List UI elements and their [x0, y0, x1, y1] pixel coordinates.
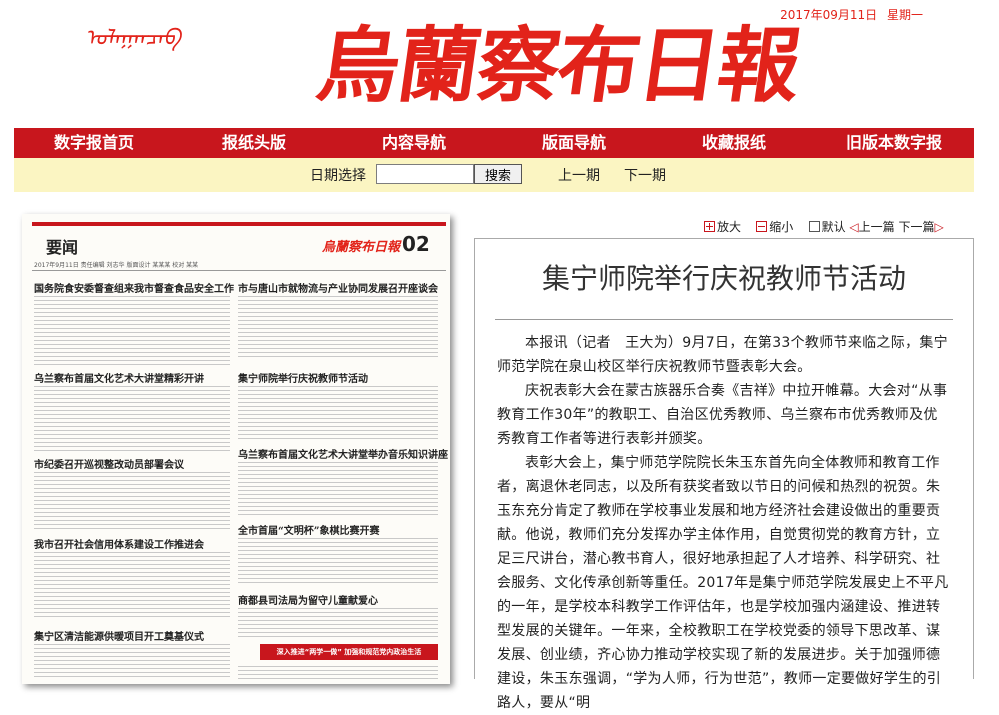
zoom-out-label: 缩小: [769, 220, 794, 234]
article-text-block: [238, 666, 438, 680]
zoom-out-icon: [756, 221, 768, 232]
date-input[interactable]: [376, 164, 474, 184]
issue-date-text: 2017年09月11日: [780, 8, 878, 22]
page-headline[interactable]: 乌兰察布首届文化艺术大讲堂精彩开讲: [34, 370, 204, 385]
page-headline[interactable]: 市纪委召开巡视整改动员部署会议: [34, 456, 184, 471]
next-article-button[interactable]: 下一篇▷: [898, 220, 943, 234]
article-text-block: [238, 538, 438, 586]
zoom-out-button[interactable]: 缩小: [756, 220, 793, 234]
prev-article-button[interactable]: ◁上一篇: [849, 220, 894, 234]
newspaper-logo: 烏蘭察布日報: [311, 18, 805, 114]
nav-layout[interactable]: 版面导航: [494, 128, 654, 158]
zoom-in-label: 放大: [717, 220, 742, 234]
next-article-label: 下一篇: [898, 220, 935, 234]
date-select-label: 日期选择: [310, 168, 366, 184]
article-panel: 集宁师院举行庆祝教师节活动 本报讯（记者 王大为）9月7日，在第33个教师节来临…: [474, 238, 974, 711]
article-text-block: [34, 386, 230, 452]
page-section-title: 要闻: [46, 238, 79, 257]
page-number: 02: [402, 232, 430, 256]
page-top-rule: [32, 222, 446, 226]
date-select-bar: 日期选择 搜索 上一期 下一期: [14, 158, 974, 192]
issue-weekday: 星期一: [886, 8, 923, 22]
default-size-label: 默认: [821, 220, 846, 234]
issue-date: 2017年09月11日 星期一: [780, 6, 923, 23]
article-paragraph: 表彰大会上，集宁师范学院院长朱玉东首先向全体教师和教育工作者，离退休老同志，以及…: [497, 455, 949, 711]
article-text-block: [34, 644, 230, 678]
article-text-block: [34, 552, 230, 618]
article-paragraph: 庆祝表彰大会在蒙古族器乐合奏《吉祥》中拉开帷幕。大会对“从事教育工作30年”的教…: [497, 383, 948, 447]
masthead: ᠤᠯᠠᠭᠠᠨᠴᠠᠪ 烏蘭察布日報 2017年09月11日 星期一: [0, 0, 999, 128]
mongolian-masthead: ᠤᠯᠠᠭᠠᠨᠴᠠᠪ: [84, 26, 185, 51]
triangle-right-icon: ▷: [934, 220, 944, 234]
page-header-rule: [32, 270, 446, 271]
triangle-left-icon: ◁: [849, 220, 859, 234]
page-headline[interactable]: 全市首届“文明杯”象棋比赛开赛: [238, 522, 380, 537]
nav-old-version[interactable]: 旧版本数字报: [814, 128, 974, 158]
page-dateline: 2017年9月11日 责任编辑 刘志华 版面设计 某某某 校对 某某: [34, 262, 199, 269]
zoom-in-icon: [704, 221, 715, 232]
page-banner: 深入推进“两学一做” 加强和规范党内政治生活: [260, 644, 438, 660]
article-body: 本报讯（记者 王大为）9月7日，在第33个教师节来临之际，集宁师范学院在泉山校区…: [497, 331, 949, 715]
page-headline[interactable]: 市与唐山市就物流与产业协同发展召开座谈会: [238, 280, 438, 295]
nav-bookmark[interactable]: 收藏报纸: [654, 128, 814, 158]
article-text-block: [238, 608, 438, 638]
next-issue-link[interactable]: 下一期: [624, 165, 666, 185]
page-headline[interactable]: 商都县司法局为留守儿童献爱心: [238, 592, 378, 607]
page-headline[interactable]: 我市召开社会信用体系建设工作推进会: [34, 536, 204, 551]
nav-home[interactable]: 数字报首页: [14, 128, 174, 158]
article-toolbar: 放大 缩小 默认 ◁上一篇 下一篇▷: [704, 218, 974, 235]
prev-article-label: 上一篇: [858, 220, 895, 234]
default-size-icon: [808, 221, 820, 232]
article-text-block: [238, 296, 438, 360]
page-headline[interactable]: 乌兰察布首届文化艺术大讲堂举办音乐知识讲座: [238, 446, 448, 461]
article-text-block: [34, 296, 230, 366]
zoom-in-button[interactable]: 放大: [704, 220, 741, 234]
newspaper-page-image[interactable]: 要闻 烏蘭察布日報 02 2017年9月11日 责任编辑 刘志华 版面设计 某某…: [22, 214, 450, 684]
article-text-block: [238, 462, 438, 516]
search-button[interactable]: 搜索: [474, 164, 522, 184]
title-divider: [495, 319, 953, 320]
page-mini-logo: 烏蘭察布日報: [322, 240, 401, 255]
nav-content[interactable]: 内容导航: [334, 128, 494, 158]
nav-front-page[interactable]: 报纸头版: [174, 128, 334, 158]
page-headline[interactable]: 集宁区清洁能源供暖项目开工奠基仪式: [34, 628, 204, 643]
default-size-button[interactable]: 默认: [808, 220, 846, 234]
prev-issue-link[interactable]: 上一期: [558, 165, 600, 185]
article-text-block: [34, 472, 230, 532]
article-text-block: [238, 386, 438, 440]
main-nav: 数字报首页 报纸头版 内容导航 版面导航 收藏报纸 旧版本数字报: [14, 128, 974, 158]
article-title: 集宁师院举行庆祝教师节活动: [541, 262, 906, 295]
page-headline[interactable]: 国务院食安委督查组来我市督查食品安全工作: [34, 280, 234, 295]
page-headline[interactable]: 集宁师院举行庆祝教师节活动: [238, 370, 368, 385]
article-paragraph: 本报讯（记者 王大为）9月7日，在第33个教师节来临之际，集宁师范学院在泉山校区…: [497, 335, 948, 375]
